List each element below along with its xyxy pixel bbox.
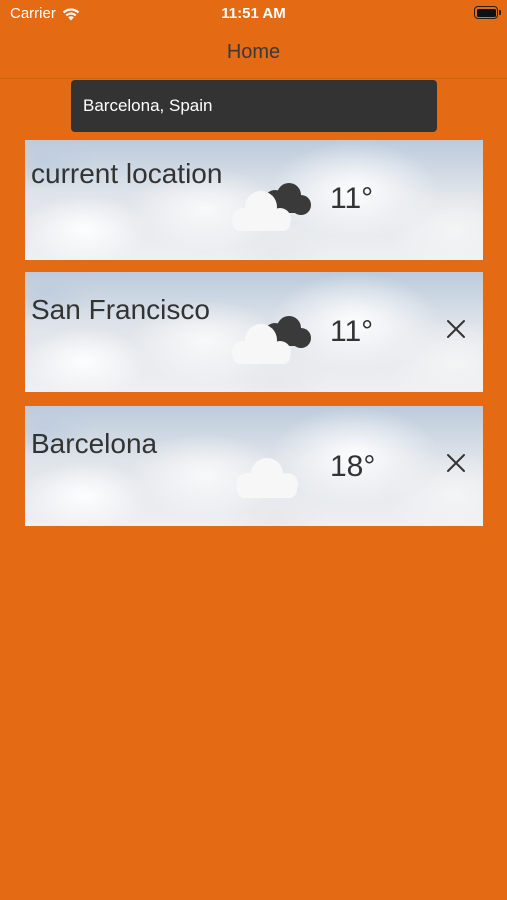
card-temperature: 18°: [330, 450, 376, 483]
battery-icon: [474, 6, 501, 19]
card-city-name: Barcelona: [31, 428, 158, 459]
cloud-icon: [236, 458, 298, 498]
status-bar: Carrier 11:51 AM: [0, 0, 507, 28]
card-temperature: 11°: [330, 182, 374, 215]
close-icon[interactable]: [445, 452, 467, 474]
close-icon[interactable]: [445, 318, 467, 340]
cloud-dark-icon: [232, 183, 311, 231]
weather-card-san-francisco[interactable]: San Francisco 11°: [25, 272, 483, 392]
card-city-name: current location: [31, 158, 223, 189]
cloud-dark-icon: [232, 316, 311, 364]
card-temperature: 11°: [330, 315, 374, 348]
clock: 11:51 AM: [221, 5, 286, 22]
search-box[interactable]: [71, 80, 437, 132]
weather-card-barcelona[interactable]: Barcelona 18°: [25, 406, 483, 526]
search-input[interactable]: [83, 96, 425, 116]
weather-card-current-location[interactable]: current location 11°: [25, 140, 483, 260]
page-title: Home: [226, 41, 281, 63]
card-city-name: San Francisco: [31, 294, 210, 325]
navigation-bar: Home: [0, 28, 507, 79]
